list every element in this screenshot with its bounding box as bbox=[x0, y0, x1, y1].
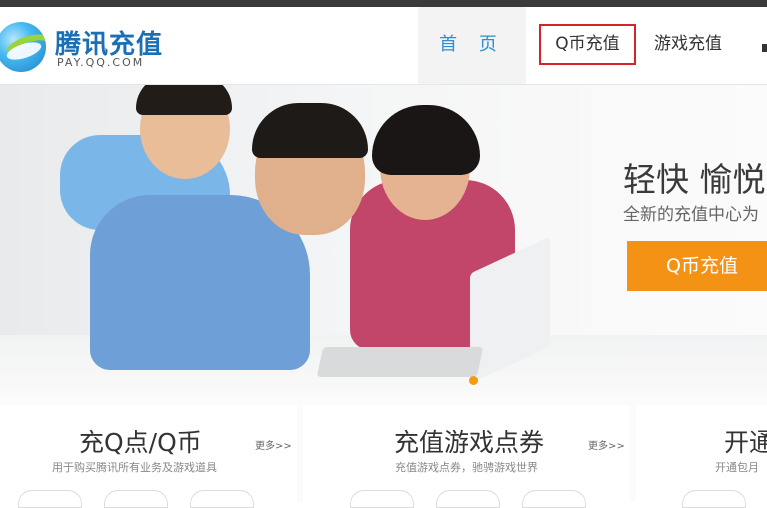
tenpay-logo-icon[interactable] bbox=[0, 22, 46, 72]
hero-subslogan: 全新的充值中心为 bbox=[623, 205, 759, 225]
nav-q-coin-recharge[interactable]: Q币充值 bbox=[539, 24, 636, 65]
card-more-link[interactable]: 更多>> bbox=[255, 437, 292, 452]
card-more-link[interactable]: 更多>> bbox=[588, 437, 625, 452]
nav-overflow-item[interactable] bbox=[762, 44, 767, 52]
nav-game-recharge[interactable]: 游戏充值 bbox=[654, 26, 722, 63]
hero-slogan: 轻快 愉悦的 bbox=[623, 160, 767, 199]
product-icon-tile[interactable] bbox=[682, 490, 746, 508]
product-icon-tile[interactable] bbox=[104, 490, 168, 508]
q-coin-recharge-button[interactable]: Q币充值 bbox=[627, 241, 767, 291]
card-description: 充值游戏点券，驰骋游戏世界 bbox=[395, 461, 538, 474]
product-icon-tile[interactable] bbox=[350, 490, 414, 508]
card-title[interactable]: 充Q点/Q币 bbox=[79, 423, 202, 459]
product-icon-tile[interactable] bbox=[436, 490, 500, 508]
card-title[interactable]: 充值游戏点券 bbox=[394, 423, 544, 459]
product-icon-tile[interactable] bbox=[18, 490, 82, 508]
card-description: 用于购买腾讯所有业务及游戏道具 bbox=[52, 461, 217, 474]
brand-url: PAY.QQ.COM bbox=[57, 56, 145, 69]
site-header: 腾讯充值 PAY.QQ.COM bbox=[0, 7, 767, 85]
card-description: 开通包月 bbox=[715, 461, 759, 474]
carousel-dot-active[interactable] bbox=[469, 376, 478, 385]
product-icon-tile[interactable] bbox=[190, 490, 254, 508]
product-icon-tile[interactable] bbox=[522, 490, 586, 508]
card-title[interactable]: 开通 bbox=[724, 423, 767, 459]
nav-home[interactable]: 首 页 bbox=[418, 7, 526, 84]
top-bar bbox=[0, 0, 767, 7]
